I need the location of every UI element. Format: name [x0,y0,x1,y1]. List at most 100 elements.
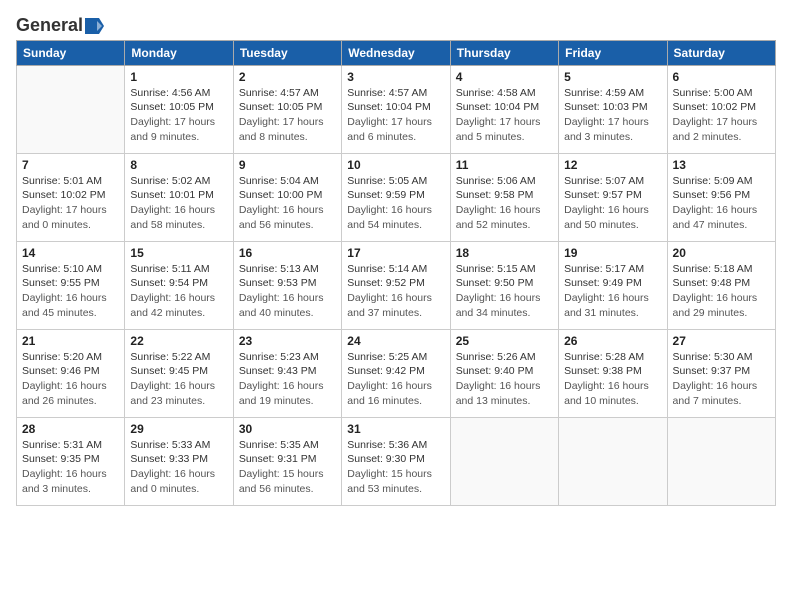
day-number: 9 [239,158,336,172]
day-info: Sunrise: 5:30 AM Sunset: 9:37 PM Dayligh… [673,350,770,409]
daylight-label: Daylight: 16 hours and 54 minutes. [347,204,432,231]
daylight-label: Daylight: 16 hours and 26 minutes. [22,380,107,407]
day-info: Sunrise: 5:36 AM Sunset: 9:30 PM Dayligh… [347,438,444,497]
logo: General [16,16,105,36]
day-number: 1 [130,70,227,84]
day-cell-28: 28 Sunrise: 5:31 AM Sunset: 9:35 PM Dayl… [17,417,125,505]
day-info: Sunrise: 5:00 AM Sunset: 10:02 PM Daylig… [673,86,770,145]
day-info: Sunrise: 4:59 AM Sunset: 10:03 PM Daylig… [564,86,661,145]
day-number: 27 [673,334,770,348]
day-number: 7 [22,158,119,172]
daylight-label: Daylight: 16 hours and 40 minutes. [239,292,324,319]
daylight-label: Daylight: 16 hours and 47 minutes. [673,204,758,231]
day-info: Sunrise: 5:20 AM Sunset: 9:46 PM Dayligh… [22,350,119,409]
day-cell-12: 12 Sunrise: 5:07 AM Sunset: 9:57 PM Dayl… [559,153,667,241]
day-cell-30: 30 Sunrise: 5:35 AM Sunset: 9:31 PM Dayl… [233,417,341,505]
day-number: 5 [564,70,661,84]
day-cell-20: 20 Sunrise: 5:18 AM Sunset: 9:48 PM Dayl… [667,241,775,329]
day-number: 13 [673,158,770,172]
daylight-label: Daylight: 16 hours and 58 minutes. [130,204,215,231]
day-cell-18: 18 Sunrise: 5:15 AM Sunset: 9:50 PM Dayl… [450,241,558,329]
day-cell-10: 10 Sunrise: 5:05 AM Sunset: 9:59 PM Dayl… [342,153,450,241]
day-number: 29 [130,422,227,436]
daylight-label: Daylight: 16 hours and 37 minutes. [347,292,432,319]
day-cell-6: 6 Sunrise: 5:00 AM Sunset: 10:02 PM Dayl… [667,65,775,153]
day-cell-15: 15 Sunrise: 5:11 AM Sunset: 9:54 PM Dayl… [125,241,233,329]
daylight-label: Daylight: 16 hours and 13 minutes. [456,380,541,407]
day-number: 22 [130,334,227,348]
day-info: Sunrise: 5:15 AM Sunset: 9:50 PM Dayligh… [456,262,553,321]
day-info: Sunrise: 5:13 AM Sunset: 9:53 PM Dayligh… [239,262,336,321]
day-number: 4 [456,70,553,84]
day-cell-19: 19 Sunrise: 5:17 AM Sunset: 9:49 PM Dayl… [559,241,667,329]
day-info: Sunrise: 4:58 AM Sunset: 10:04 PM Daylig… [456,86,553,145]
daylight-label: Daylight: 16 hours and 56 minutes. [239,204,324,231]
day-info: Sunrise: 4:56 AM Sunset: 10:05 PM Daylig… [130,86,227,145]
daylight-label: Daylight: 17 hours and 6 minutes. [347,116,432,143]
day-number: 3 [347,70,444,84]
daylight-label: Daylight: 17 hours and 2 minutes. [673,116,758,143]
day-cell-8: 8 Sunrise: 5:02 AM Sunset: 10:01 PM Dayl… [125,153,233,241]
day-cell-5: 5 Sunrise: 4:59 AM Sunset: 10:03 PM Dayl… [559,65,667,153]
day-number: 31 [347,422,444,436]
day-number: 14 [22,246,119,260]
logo-general: General [16,16,83,36]
day-number: 28 [22,422,119,436]
empty-cell [559,417,667,505]
day-info: Sunrise: 5:26 AM Sunset: 9:40 PM Dayligh… [456,350,553,409]
day-number: 23 [239,334,336,348]
daylight-label: Daylight: 16 hours and 10 minutes. [564,380,649,407]
weekday-sunday: Sunday [17,40,125,65]
day-info: Sunrise: 5:31 AM Sunset: 9:35 PM Dayligh… [22,438,119,497]
day-cell-23: 23 Sunrise: 5:23 AM Sunset: 9:43 PM Dayl… [233,329,341,417]
day-info: Sunrise: 5:35 AM Sunset: 9:31 PM Dayligh… [239,438,336,497]
day-cell-7: 7 Sunrise: 5:01 AM Sunset: 10:02 PM Dayl… [17,153,125,241]
day-cell-29: 29 Sunrise: 5:33 AM Sunset: 9:33 PM Dayl… [125,417,233,505]
day-cell-1: 1 Sunrise: 4:56 AM Sunset: 10:05 PM Dayl… [125,65,233,153]
day-info: Sunrise: 5:10 AM Sunset: 9:55 PM Dayligh… [22,262,119,321]
day-info: Sunrise: 5:11 AM Sunset: 9:54 PM Dayligh… [130,262,227,321]
day-cell-24: 24 Sunrise: 5:25 AM Sunset: 9:42 PM Dayl… [342,329,450,417]
day-number: 17 [347,246,444,260]
day-number: 12 [564,158,661,172]
day-cell-3: 3 Sunrise: 4:57 AM Sunset: 10:04 PM Dayl… [342,65,450,153]
daylight-label: Daylight: 16 hours and 42 minutes. [130,292,215,319]
day-cell-21: 21 Sunrise: 5:20 AM Sunset: 9:46 PM Dayl… [17,329,125,417]
calendar-body: 1 Sunrise: 4:56 AM Sunset: 10:05 PM Dayl… [17,65,776,505]
day-cell-27: 27 Sunrise: 5:30 AM Sunset: 9:37 PM Dayl… [667,329,775,417]
day-info: Sunrise: 5:09 AM Sunset: 9:56 PM Dayligh… [673,174,770,233]
day-info: Sunrise: 5:14 AM Sunset: 9:52 PM Dayligh… [347,262,444,321]
calendar-row: 21 Sunrise: 5:20 AM Sunset: 9:46 PM Dayl… [17,329,776,417]
day-number: 16 [239,246,336,260]
daylight-label: Daylight: 15 hours and 53 minutes. [347,468,432,495]
day-number: 10 [347,158,444,172]
day-number: 24 [347,334,444,348]
day-cell-16: 16 Sunrise: 5:13 AM Sunset: 9:53 PM Dayl… [233,241,341,329]
daylight-label: Daylight: 16 hours and 23 minutes. [130,380,215,407]
weekday-wednesday: Wednesday [342,40,450,65]
day-info: Sunrise: 5:17 AM Sunset: 9:49 PM Dayligh… [564,262,661,321]
day-number: 19 [564,246,661,260]
daylight-label: Daylight: 16 hours and 34 minutes. [456,292,541,319]
day-info: Sunrise: 5:28 AM Sunset: 9:38 PM Dayligh… [564,350,661,409]
daylight-label: Daylight: 16 hours and 31 minutes. [564,292,649,319]
day-number: 20 [673,246,770,260]
day-info: Sunrise: 5:22 AM Sunset: 9:45 PM Dayligh… [130,350,227,409]
weekday-thursday: Thursday [450,40,558,65]
weekday-monday: Monday [125,40,233,65]
logo-icon [83,17,105,35]
day-number: 18 [456,246,553,260]
daylight-label: Daylight: 17 hours and 9 minutes. [130,116,215,143]
weekday-tuesday: Tuesday [233,40,341,65]
day-info: Sunrise: 5:33 AM Sunset: 9:33 PM Dayligh… [130,438,227,497]
day-cell-2: 2 Sunrise: 4:57 AM Sunset: 10:05 PM Dayl… [233,65,341,153]
day-number: 8 [130,158,227,172]
day-info: Sunrise: 5:05 AM Sunset: 9:59 PM Dayligh… [347,174,444,233]
day-number: 25 [456,334,553,348]
daylight-label: Daylight: 16 hours and 52 minutes. [456,204,541,231]
daylight-label: Daylight: 16 hours and 16 minutes. [347,380,432,407]
day-cell-4: 4 Sunrise: 4:58 AM Sunset: 10:04 PM Dayl… [450,65,558,153]
daylight-label: Daylight: 16 hours and 50 minutes. [564,204,649,231]
page-header: General [16,16,776,36]
day-cell-31: 31 Sunrise: 5:36 AM Sunset: 9:30 PM Dayl… [342,417,450,505]
